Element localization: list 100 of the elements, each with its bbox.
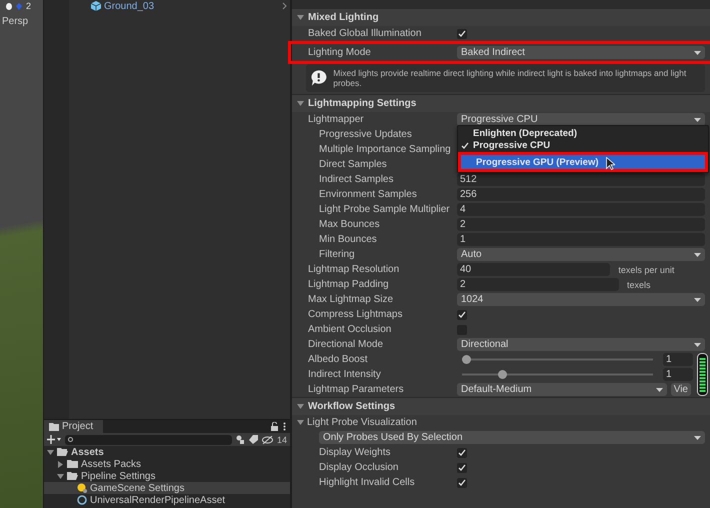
project-tree-item[interactable]: UniversalRenderPipelineAsset [44, 494, 290, 506]
property-label: Lighting Mode [308, 47, 372, 58]
property-label: Environment Samples [319, 189, 418, 200]
filter-by-type-icon[interactable] [236, 435, 245, 444]
dropdown-caret-icon [694, 118, 701, 122]
dropdown-caret-icon [694, 342, 701, 346]
menu-item[interactable]: Progressive CPU [459, 139, 707, 151]
folder-icon [67, 460, 78, 468]
hierarchy-item[interactable]: Ground_03 [69, 0, 290, 12]
number-field[interactable]: 2 [457, 218, 705, 231]
foldout-arrow-icon[interactable] [57, 460, 64, 468]
mouse-pointer-icon [606, 157, 615, 170]
section-header[interactable]: Workflow Settings [292, 397, 710, 415]
property-label: Progressive Updates [319, 129, 413, 140]
chevron-right-icon[interactable] [282, 2, 287, 10]
foldout-label[interactable]: Light Probe Visualization [307, 417, 417, 428]
check-icon [458, 30, 466, 37]
checkbox[interactable] [457, 478, 467, 488]
dropdown-caret-icon [694, 50, 701, 54]
tree-item-label: Assets [71, 446, 104, 458]
property-label: Baked Global Illumination [308, 28, 422, 39]
property-label: Lightmap Parameters [308, 384, 405, 395]
menu-item[interactable]: Enlighten (Deprecated) [459, 127, 707, 139]
dropdown-field[interactable]: Baked Indirect [457, 46, 705, 59]
lock-icon[interactable] [271, 422, 278, 431]
dropdown-field[interactable]: Only Probes Used By Selection [319, 431, 705, 444]
property-label: Lightmap Resolution [308, 264, 400, 275]
checkbox[interactable] [457, 462, 467, 472]
foldout-arrow-icon[interactable] [297, 100, 304, 107]
dropdown-caret-icon [694, 436, 701, 440]
checkbox[interactable] [457, 310, 467, 320]
property-label: Lightmap Padding [308, 279, 390, 290]
tree-item-label: Pipeline Settings [81, 470, 156, 482]
light-bulb-icon [6, 2, 12, 10]
project-tree-item[interactable]: GameScene Settings [44, 482, 290, 494]
number-field[interactable]: 1 [663, 368, 693, 381]
folder-icon [67, 472, 78, 480]
dropdown-caret-icon [694, 252, 701, 256]
dropdown-caret-icon [656, 388, 663, 392]
property-label: Display Occlusion [319, 462, 400, 473]
project-tree-item[interactable]: Assets [44, 446, 290, 458]
folder-icon [49, 422, 59, 430]
checkbox[interactable] [457, 448, 467, 458]
search-icon [68, 436, 74, 442]
check-icon [461, 142, 469, 148]
property-label: Min Bounces [319, 234, 378, 245]
help-text: Mixed lights provide realtime direct lighting while indirect light is baked into lightmaps and light probes. [333, 68, 688, 88]
number-field[interactable]: 1 [663, 353, 693, 366]
add-icon[interactable] [47, 435, 61, 444]
unit-label: texels [626, 280, 652, 290]
property-label: Indirect Samples [319, 174, 394, 185]
dropdown-field[interactable]: Progressive CPU [457, 113, 705, 126]
dropdown-field[interactable]: 1024 [457, 293, 705, 306]
lightbulb-gear-icon [77, 483, 87, 493]
tag-icon[interactable] [248, 435, 258, 444]
number-field[interactable]: 1 [457, 233, 705, 246]
view-mode-label[interactable]: Persp [2, 16, 43, 27]
project-tree-item[interactable]: Assets Packs [44, 458, 290, 470]
property-label: Compress Lightmaps [308, 309, 404, 320]
foldout-arrow-icon[interactable] [57, 472, 64, 480]
section-header[interactable]: Mixed Lighting [292, 8, 710, 26]
view-button[interactable]: Vie [670, 383, 691, 396]
property-label: Max Bounces [319, 219, 381, 230]
foldout-arrow-icon[interactable] [297, 14, 304, 21]
gem-icon [16, 2, 22, 10]
dropdown-field[interactable]: Auto [457, 248, 705, 261]
number-field[interactable]: 256 [457, 188, 705, 201]
property-label: Highlight Invalid Cells [319, 477, 416, 488]
foldout-arrow-icon[interactable] [297, 419, 304, 426]
project-tab[interactable]: Project [44, 420, 104, 433]
info-bubble-icon [310, 69, 328, 87]
slider-thumb[interactable] [498, 370, 508, 379]
dropdown-field[interactable]: Default-Medium [457, 383, 667, 396]
foldout-arrow-icon[interactable] [47, 448, 54, 456]
number-field[interactable]: 512 [457, 173, 705, 186]
dropdown-field[interactable]: Directional [457, 338, 705, 351]
more-options-icon[interactable] [283, 422, 286, 431]
tree-item-label: UniversalRenderPipelineAsset [90, 494, 226, 506]
property-label: Filtering [319, 249, 356, 260]
property-label: Directional Mode [308, 339, 384, 350]
number-field[interactable]: 2 [457, 278, 619, 291]
hidden-eye-icon[interactable] [262, 436, 273, 444]
level-meter-drawing [697, 353, 708, 396]
number-field[interactable]: 4 [457, 203, 705, 216]
number-field[interactable]: 40 [457, 263, 610, 276]
property-label: Ambient Occlusion [308, 324, 392, 335]
section-header[interactable]: Lightmapping Settings [292, 94, 710, 112]
tree-item-label: GameScene Settings [90, 482, 184, 494]
tree-item-label: Assets Packs [81, 458, 142, 470]
search-field[interactable] [65, 434, 232, 444]
property-label: Lightmapper [308, 114, 365, 125]
slider-thumb[interactable] [462, 355, 471, 364]
checkbox[interactable] [457, 28, 467, 38]
gizmo-count: 2 [26, 1, 32, 11]
property-label: Display Weights [319, 447, 392, 458]
property-label: Multiple Importance Sampling [319, 144, 452, 155]
foldout-arrow-icon[interactable] [297, 403, 304, 410]
dropdown-caret-icon [694, 298, 701, 302]
project-tree-item[interactable]: Pipeline Settings [44, 470, 290, 482]
menu-item[interactable]: Progressive GPU (Preview) [462, 156, 704, 168]
